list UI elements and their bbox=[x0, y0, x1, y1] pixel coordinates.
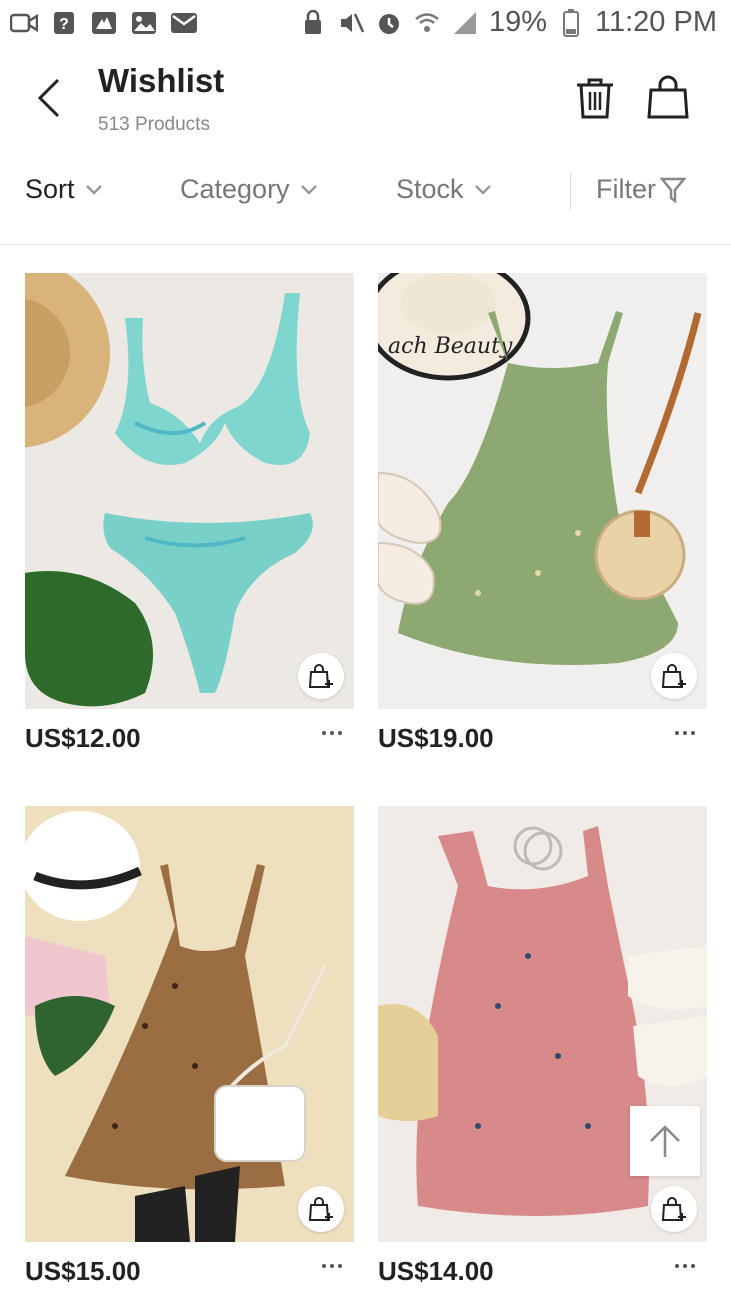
trash-icon bbox=[577, 78, 613, 119]
battery-percent: 19% bbox=[488, 6, 548, 38]
status-right: 19% 11:20 PM bbox=[299, 6, 717, 39]
filter-divider bbox=[570, 172, 571, 210]
category-label: Category bbox=[180, 174, 290, 204]
add-to-bag-icon bbox=[308, 664, 333, 688]
app-icon bbox=[90, 10, 118, 36]
add-to-bag-icon bbox=[661, 664, 686, 688]
more-options-button[interactable] bbox=[316, 1254, 348, 1278]
product-count: 513 Products bbox=[98, 114, 210, 135]
product-image[interactable] bbox=[25, 273, 354, 709]
more-options-button[interactable] bbox=[316, 721, 348, 745]
add-to-bag-button[interactable] bbox=[651, 653, 697, 699]
stock-label: Stock bbox=[396, 174, 464, 204]
clock: 11:20 PM bbox=[595, 6, 717, 38]
arrow-up-icon bbox=[650, 1125, 680, 1157]
filter-funnel-icon bbox=[660, 177, 686, 203]
delete-button[interactable] bbox=[574, 76, 616, 120]
filter-button[interactable]: Filter bbox=[596, 174, 686, 205]
help-icon: ? bbox=[50, 10, 78, 36]
status-left-icons: ? bbox=[10, 10, 198, 36]
battery-icon bbox=[557, 8, 585, 37]
add-to-bag-button[interactable] bbox=[298, 653, 344, 699]
alarm-icon bbox=[375, 10, 403, 36]
chevron-down-icon bbox=[300, 184, 317, 195]
add-to-bag-icon bbox=[308, 1197, 333, 1221]
chevron-left-icon bbox=[37, 78, 60, 118]
product-price: US$19.00 bbox=[378, 723, 494, 753]
signal-icon bbox=[451, 10, 479, 36]
status-bar: ? 19% 11:20 PM bbox=[0, 0, 731, 50]
filter-label: Filter bbox=[596, 174, 656, 204]
category-dropdown[interactable]: Category bbox=[180, 174, 318, 205]
image-icon bbox=[130, 10, 158, 36]
filter-bar: Sort Category Stock Filter bbox=[0, 150, 731, 245]
svg-text:ach Beauty: ach Beauty bbox=[388, 334, 513, 359]
mute-icon bbox=[337, 10, 365, 36]
add-to-bag-icon bbox=[661, 1197, 686, 1221]
scroll-to-top-button[interactable] bbox=[630, 1106, 700, 1176]
shopping-bag-icon bbox=[647, 75, 689, 119]
stock-dropdown[interactable]: Stock bbox=[396, 174, 492, 205]
chevron-down-icon bbox=[85, 184, 102, 195]
svg-text:?: ? bbox=[59, 16, 69, 33]
lock-icon bbox=[299, 9, 327, 36]
mail-icon bbox=[170, 10, 198, 36]
product-price: US$12.00 bbox=[25, 723, 141, 753]
product-image[interactable]: ach Beauty bbox=[378, 273, 707, 709]
sort-label: Sort bbox=[25, 174, 75, 204]
shopping-bag-button[interactable] bbox=[646, 74, 690, 120]
wifi-icon bbox=[413, 10, 441, 36]
add-to-bag-button[interactable] bbox=[298, 1186, 344, 1232]
add-to-bag-button[interactable] bbox=[651, 1186, 697, 1232]
chevron-down-icon bbox=[474, 184, 491, 195]
header: Wishlist 513 Products bbox=[0, 50, 731, 150]
page-title: Wishlist bbox=[98, 62, 225, 99]
product-image[interactable] bbox=[378, 806, 707, 1242]
video-camera-icon bbox=[10, 10, 38, 36]
more-options-button[interactable] bbox=[669, 1254, 701, 1278]
sort-dropdown[interactable]: Sort bbox=[25, 174, 103, 205]
back-button[interactable] bbox=[30, 76, 70, 120]
product-image[interactable] bbox=[25, 806, 354, 1242]
product-price: US$14.00 bbox=[378, 1256, 494, 1286]
product-price: US$15.00 bbox=[25, 1256, 141, 1286]
more-options-button[interactable] bbox=[669, 721, 701, 745]
